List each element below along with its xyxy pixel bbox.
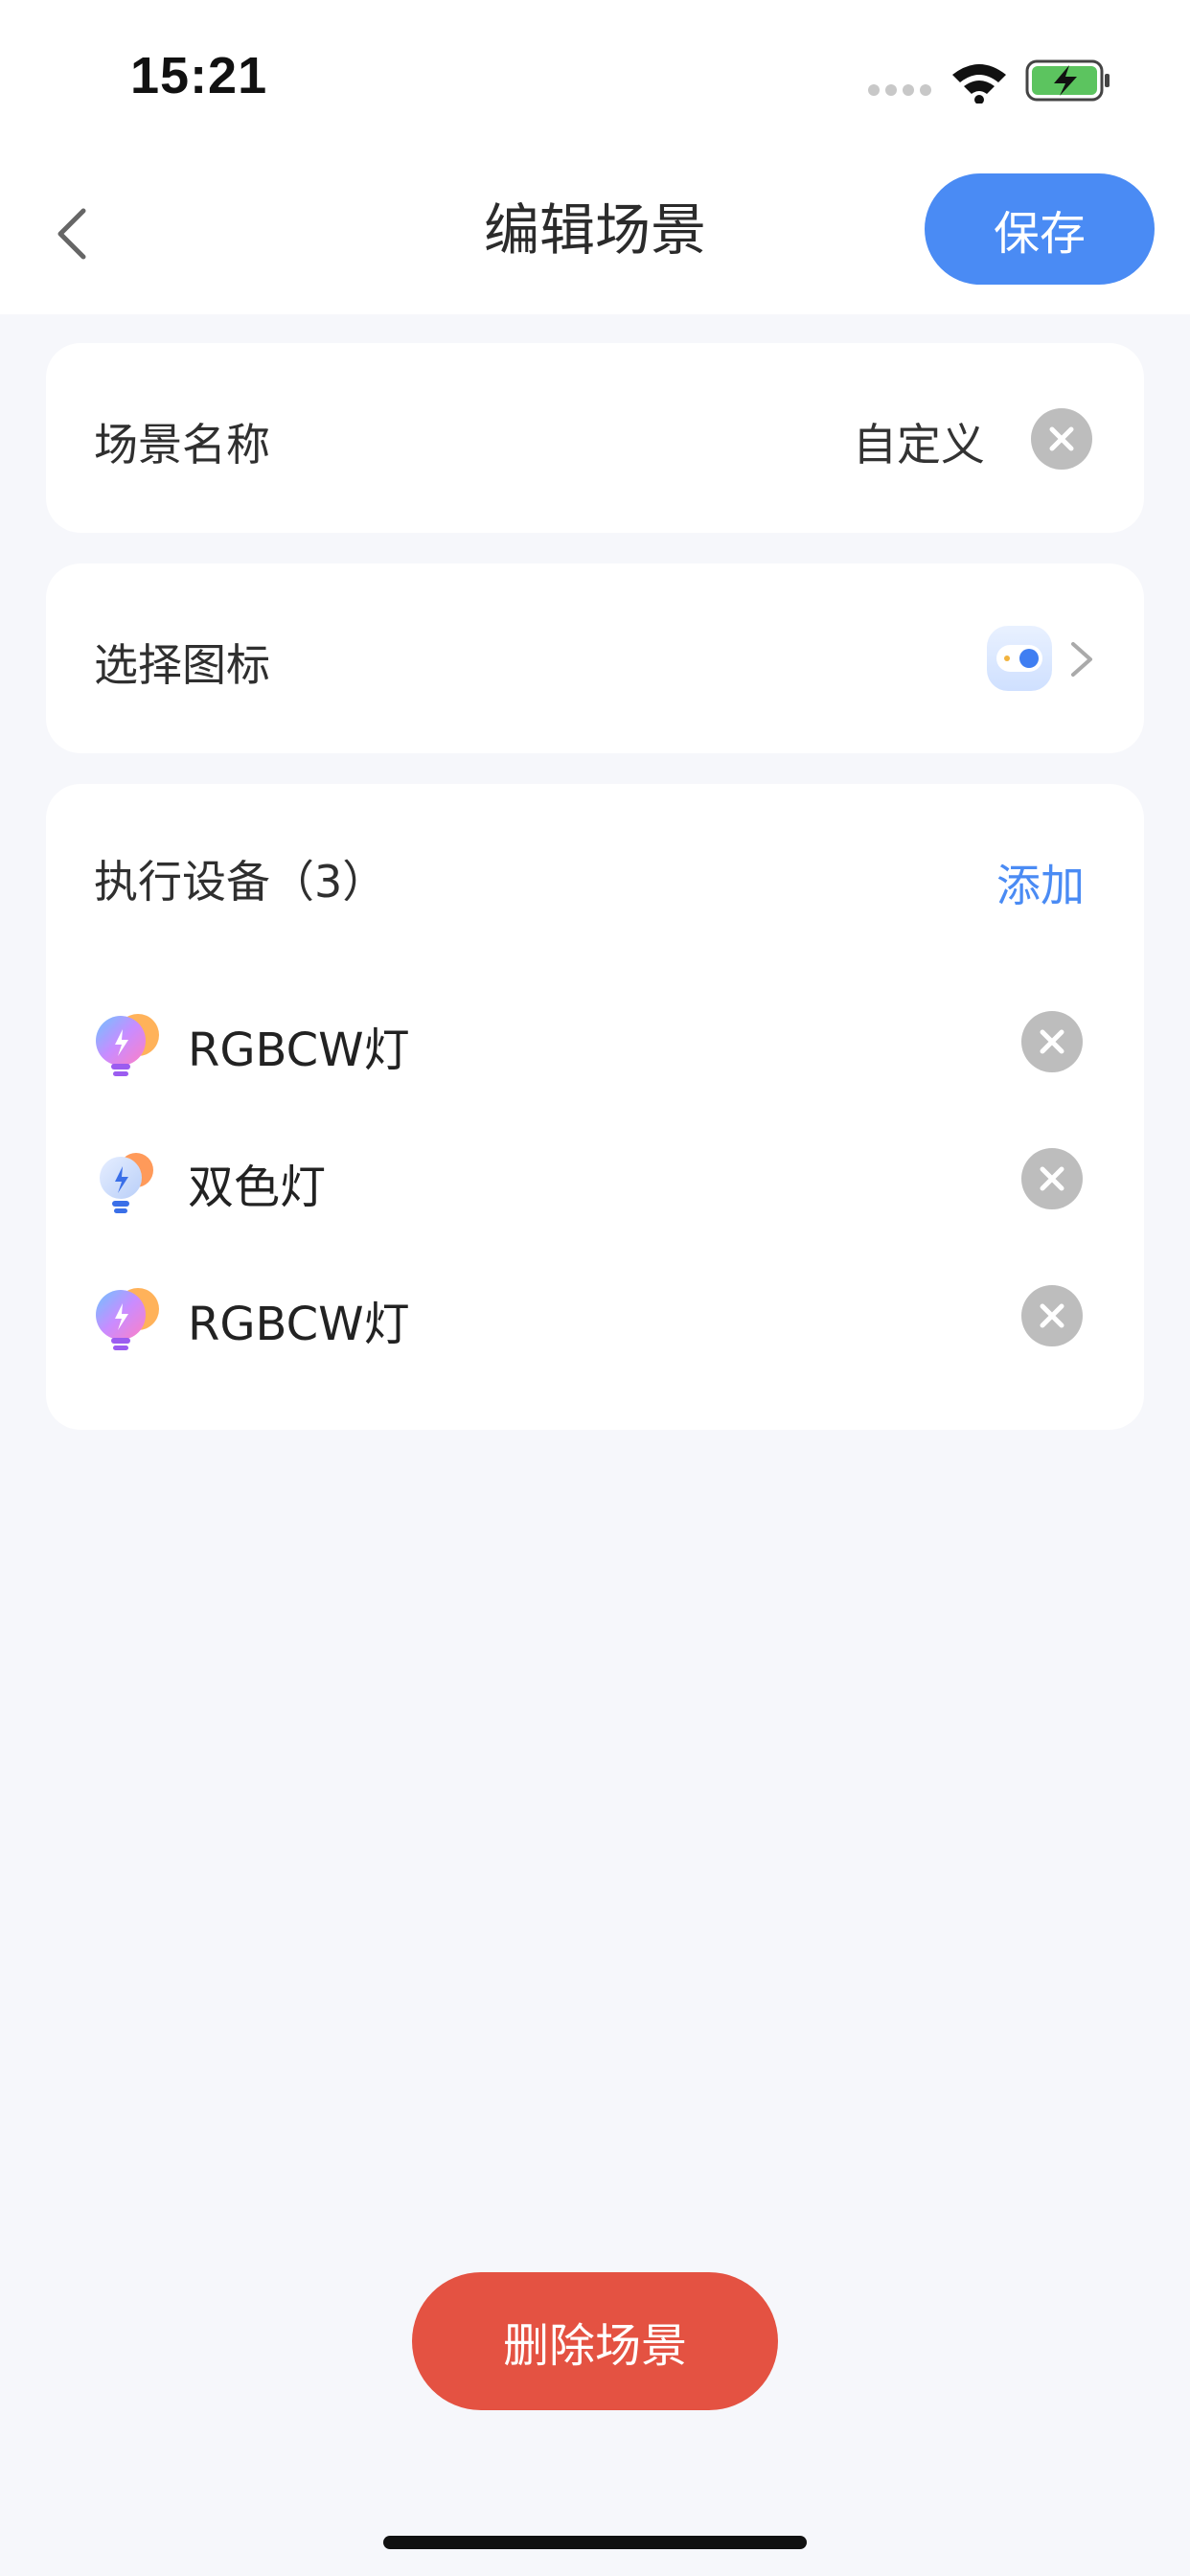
back-button[interactable]: [38, 188, 105, 280]
devices-card: 执行设备（3） 添加 RGBCW灯 双色灯 RGBCW灯: [46, 784, 1144, 1430]
chevron-right-icon: [1071, 642, 1092, 677]
close-icon: [1040, 1303, 1064, 1328]
cellular-signal-icon: [868, 84, 931, 98]
scene-name-input[interactable]: 自定义: [853, 410, 985, 473]
nav-bar: 编辑场景 保存: [0, 153, 1190, 314]
device-name: RGBCW灯: [188, 1024, 410, 1077]
status-time: 15:21: [130, 47, 268, 104]
close-icon: [1040, 1166, 1064, 1191]
devices-title: 执行设备（3）: [94, 856, 387, 908]
device-item: RGBCW灯: [46, 989, 1144, 1094]
battery-charging-icon: [1025, 59, 1110, 102]
scene-name-card: 场景名称 自定义: [46, 343, 1144, 533]
remove-device-button[interactable]: [1021, 1148, 1083, 1209]
rgbcw-bulb-icon: [96, 1014, 159, 1076]
close-icon: [1040, 1029, 1064, 1054]
delete-scene-button[interactable]: 删除场景: [412, 2272, 778, 2410]
scene-name-label: 场景名称: [94, 419, 270, 471]
select-icon-card[interactable]: 选择图标: [46, 564, 1144, 753]
scene-toggle-icon: [987, 626, 1052, 691]
save-button[interactable]: 保存: [925, 173, 1155, 285]
close-icon: [1049, 426, 1074, 451]
wifi-icon: [952, 64, 1006, 104]
device-name: 双色灯: [188, 1161, 327, 1214]
chevron-left-icon: [57, 208, 86, 260]
device-item: 双色灯: [46, 1126, 1144, 1231]
remove-device-button[interactable]: [1021, 1285, 1083, 1346]
home-indicator[interactable]: [383, 2536, 807, 2549]
select-icon-label: 选择图标: [94, 639, 270, 691]
rgbcw-bulb-icon: [96, 1288, 159, 1350]
add-device-link[interactable]: 添加: [996, 851, 1085, 914]
clear-name-button[interactable]: [1031, 408, 1092, 470]
device-item: RGBCW灯: [46, 1263, 1144, 1368]
dual-color-bulb-icon: [100, 1153, 153, 1213]
remove-device-button[interactable]: [1021, 1011, 1083, 1072]
status-bar: 15:21: [0, 0, 1190, 153]
device-name: RGBCW灯: [188, 1298, 410, 1351]
